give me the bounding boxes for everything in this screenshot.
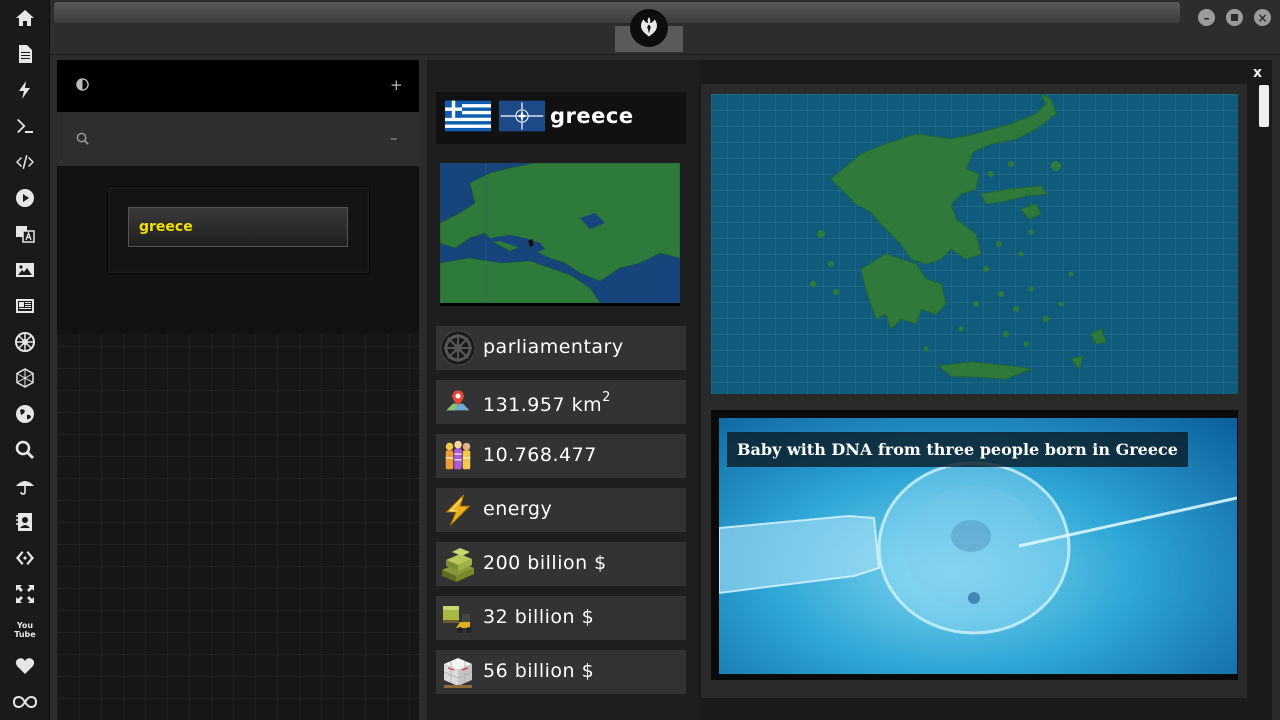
country-media-column: Baby with DNA from three people born in … [701, 84, 1247, 698]
scrollbar-thumb[interactable] [1259, 85, 1269, 127]
country-info-column: greece parliamentary 131.957 km2 10.768.… [427, 60, 699, 720]
fact-row-exports: 32 billion $ [436, 596, 686, 640]
fact-row-government: parliamentary [436, 326, 686, 370]
population-icon [440, 438, 476, 474]
fact-text: 56 billion $ [483, 660, 595, 682]
galactic-empire-icon[interactable] [13, 330, 37, 354]
fact-text: energy [483, 498, 553, 520]
diamond-code-icon[interactable] [13, 546, 37, 570]
contacts-icon[interactable] [13, 510, 37, 534]
area-unit-exponent: 2 [602, 390, 611, 405]
terminal-icon[interactable] [13, 114, 37, 138]
money-stack-icon [440, 546, 476, 582]
fact-text: 200 billion $ [483, 552, 607, 574]
youtube-icon-label: You Tube [14, 621, 36, 639]
fact-row-area: 131.957 km2 [436, 380, 686, 424]
fact-text: 32 billion $ [483, 606, 595, 628]
search-icon[interactable] [13, 438, 37, 462]
lightning-icon[interactable] [13, 78, 37, 102]
top-bar: – × [50, 0, 1280, 55]
country-name: greece [550, 104, 634, 128]
app-sidebar: You Tube [0, 0, 50, 720]
search-icon[interactable] [76, 132, 89, 149]
contrast-icon[interactable] [76, 78, 89, 95]
search-row: – [57, 112, 419, 166]
energy-icon [440, 492, 476, 528]
umbrella-icon[interactable] [13, 474, 37, 498]
translate-icon[interactable] [13, 222, 37, 246]
greece-flag [445, 100, 491, 132]
contrast-row: + [57, 60, 419, 112]
rebel-alliance-logo-icon[interactable] [630, 9, 668, 47]
expand-icon[interactable] [13, 582, 37, 606]
minimize-button[interactable]: – [1198, 9, 1215, 26]
fact-row-sector: energy [436, 488, 686, 532]
hexagon-icon[interactable] [13, 366, 37, 390]
collapse-button[interactable]: – [390, 129, 398, 147]
add-button[interactable]: + [390, 76, 403, 94]
news-image: Baby with DNA from three people born in … [719, 418, 1237, 674]
news-title[interactable]: Baby with DNA from three people born in … [727, 432, 1188, 467]
country-header: greece [436, 92, 686, 144]
fact-text: 131.957 km2 [483, 390, 611, 416]
left-panel: + – [57, 60, 419, 720]
infinity-icon[interactable] [13, 690, 37, 714]
country-panel: greece parliamentary 131.957 km2 10.768.… [427, 60, 1272, 720]
fact-row-imports: 56 billion $ [436, 650, 686, 694]
search-card [107, 186, 370, 274]
close-window-button[interactable]: × [1254, 9, 1271, 26]
boxes-icon [440, 654, 476, 690]
fact-text: 10.768.477 [483, 444, 597, 466]
youtube-icon[interactable]: You Tube [13, 618, 37, 642]
news-card[interactable]: Baby with DNA from three people born in … [711, 410, 1238, 680]
globe-icon[interactable] [13, 402, 37, 426]
document-icon[interactable] [13, 42, 37, 66]
fact-text: parliamentary [483, 336, 624, 358]
play-icon[interactable] [13, 186, 37, 210]
search-input[interactable] [128, 207, 348, 247]
world-minimap[interactable] [440, 163, 680, 306]
map-pin-icon [440, 384, 476, 420]
heart-icon[interactable] [13, 654, 37, 678]
fact-row-gdp: 200 billion $ [436, 542, 686, 586]
image-icon[interactable] [13, 258, 37, 282]
galactic-empire-icon [440, 330, 476, 366]
fact-row-population: 10.768.477 [436, 434, 686, 478]
area-value: 131.957 km [483, 394, 603, 416]
home-icon[interactable] [13, 6, 37, 30]
search-box-area [57, 166, 419, 334]
forklift-icon [440, 600, 476, 636]
maximize-button[interactable] [1226, 9, 1243, 26]
address-bar[interactable] [54, 2, 1180, 23]
newspaper-icon[interactable] [13, 294, 37, 318]
close-panel-button[interactable]: x [1253, 65, 1262, 81]
country-map[interactable] [711, 94, 1238, 394]
nato-flag [499, 100, 545, 132]
code-icon[interactable] [13, 150, 37, 174]
